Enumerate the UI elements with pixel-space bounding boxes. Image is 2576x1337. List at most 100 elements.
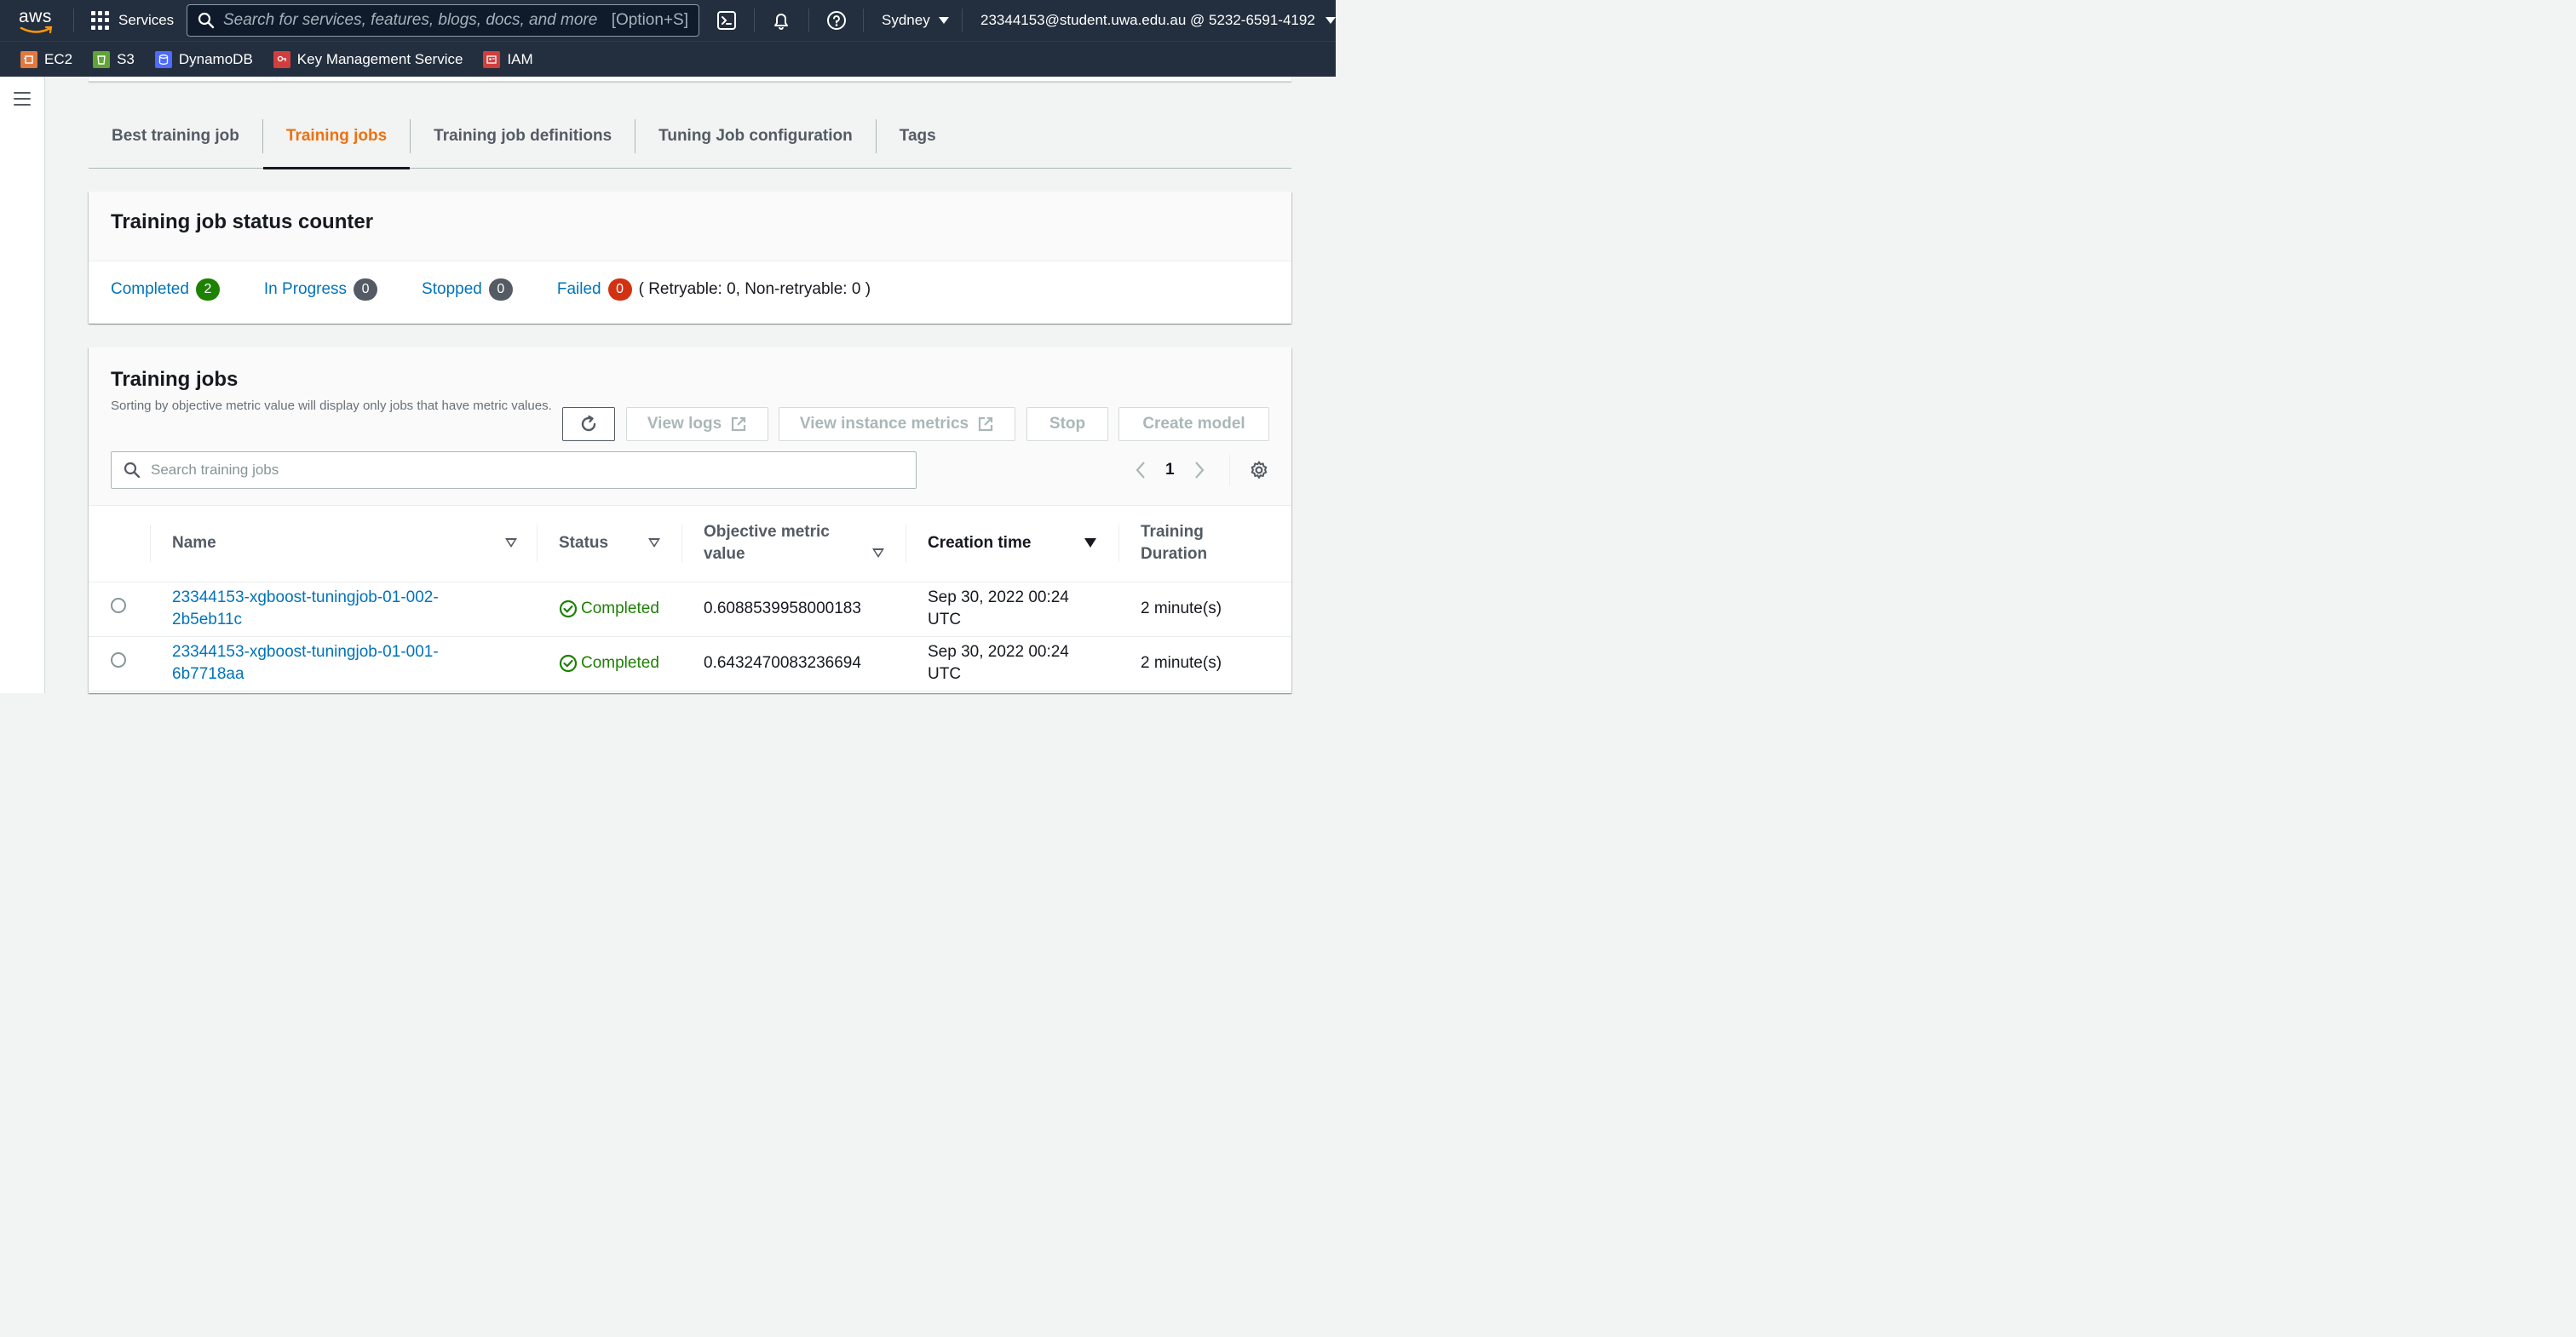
failed-link[interactable]: Failed bbox=[557, 280, 601, 299]
current-page[interactable]: 1 bbox=[1165, 461, 1175, 479]
training-jobs-search-field[interactable] bbox=[111, 451, 917, 489]
check-circle-icon bbox=[559, 600, 578, 618]
favorite-dynamodb[interactable]: DynamoDB bbox=[154, 50, 253, 68]
sort-filter-icon[interactable] bbox=[648, 538, 660, 548]
nav-divider bbox=[808, 9, 809, 32]
status-counter-header: Training job status counter bbox=[89, 192, 1291, 261]
cloudshell-icon[interactable] bbox=[716, 10, 737, 31]
sort-descending-icon[interactable] bbox=[1084, 538, 1096, 548]
favorite-kms[interactable]: Key Management Service bbox=[273, 50, 463, 68]
global-search-input[interactable]: Search for services, features, blogs, do… bbox=[187, 4, 699, 37]
completed-link[interactable]: Completed bbox=[111, 280, 189, 299]
hamburger-menu-icon[interactable] bbox=[14, 92, 31, 106]
favorite-s3[interactable]: S3 bbox=[93, 50, 135, 68]
failed-count-badge: 0 bbox=[607, 278, 632, 301]
settings-gear-icon[interactable] bbox=[1249, 460, 1269, 480]
table-header-row: Name Status Objective metric value Creat… bbox=[89, 506, 1291, 582]
search-shortcut-hint: [Option+S] bbox=[611, 11, 688, 29]
dynamodb-icon bbox=[154, 50, 172, 68]
name-cell: 23344153-xgboost-tuningjob-01-001-6b7718… bbox=[150, 636, 537, 691]
creation-time-cell: Sep 30, 2022 00:24 UTC bbox=[906, 636, 1118, 691]
notifications-bell-icon[interactable] bbox=[771, 10, 791, 31]
sort-filter-icon[interactable] bbox=[505, 538, 517, 548]
status-indicator: Completed bbox=[559, 598, 659, 620]
status-cell: Completed bbox=[537, 582, 681, 637]
favorite-iam[interactable]: IAM bbox=[483, 50, 533, 68]
metric-cell: 0.6088539958000183 bbox=[681, 582, 906, 637]
training-jobs-title: Training jobs bbox=[111, 368, 239, 391]
tab-tuning-job-configuration[interactable]: Tuning Job configuration bbox=[635, 104, 876, 169]
favorite-label: S3 bbox=[117, 50, 135, 67]
in-progress-count-badge: 0 bbox=[354, 278, 378, 301]
chevron-right-icon[interactable] bbox=[1193, 461, 1205, 479]
status-counter-title: Training job status counter bbox=[111, 210, 374, 233]
row-radio-button[interactable] bbox=[111, 598, 126, 613]
counter-stopped: Stopped 0 bbox=[422, 278, 513, 301]
counter-in-progress: In Progress 0 bbox=[264, 278, 378, 301]
services-menu[interactable]: Services bbox=[91, 0, 174, 41]
iam-icon bbox=[483, 50, 501, 68]
counter-completed: Completed 2 bbox=[111, 278, 220, 301]
training-job-link[interactable]: 23344153-xgboost-tuningjob-01-002-2b5eb1… bbox=[172, 587, 462, 631]
duration-cell: 2 minute(s) bbox=[1118, 582, 1291, 637]
row-radio-button[interactable] bbox=[111, 652, 126, 668]
search-icon bbox=[124, 462, 141, 479]
external-link-icon bbox=[732, 416, 746, 432]
creation-time-cell: Sep 30, 2022 00:24 UTC bbox=[906, 582, 1118, 637]
s3-icon bbox=[93, 50, 111, 68]
favorite-ec2[interactable]: EC2 bbox=[20, 50, 72, 68]
tab-best-training-job[interactable]: Best training job bbox=[89, 104, 262, 169]
training-jobs-panel: Training jobs Sorting by objective metri… bbox=[89, 347, 1291, 693]
duration-header-label: Training Duration bbox=[1141, 523, 1208, 564]
view-instance-metrics-label: View instance metrics bbox=[799, 415, 969, 433]
region-selector[interactable]: Sydney bbox=[882, 0, 949, 41]
ec2-icon bbox=[20, 50, 37, 68]
stopped-link[interactable]: Stopped bbox=[422, 280, 482, 299]
favorite-label: DynamoDB bbox=[178, 50, 253, 67]
create-model-button[interactable]: Create model bbox=[1118, 407, 1269, 441]
name-header-label: Name bbox=[172, 534, 216, 553]
stopped-count-badge: 0 bbox=[488, 278, 513, 301]
tab-training-jobs[interactable]: Training jobs bbox=[262, 104, 411, 169]
status-cell: Completed bbox=[537, 636, 681, 691]
view-logs-button[interactable]: View logs bbox=[626, 407, 768, 441]
tab-training-job-definitions[interactable]: Training job definitions bbox=[411, 104, 635, 169]
aws-logo[interactable]: aws bbox=[19, 7, 56, 34]
favorite-label: Key Management Service bbox=[296, 50, 463, 67]
check-circle-icon bbox=[559, 654, 578, 673]
nav-divider bbox=[962, 9, 963, 32]
status-counter-panel: Training job status counter Completed 2 … bbox=[89, 192, 1291, 324]
global-search-placeholder: Search for services, features, blogs, do… bbox=[223, 11, 598, 29]
kms-icon bbox=[273, 50, 290, 68]
metric-header-label: Objective metric value bbox=[704, 523, 830, 564]
training-jobs-search-input[interactable] bbox=[151, 462, 904, 479]
help-icon[interactable] bbox=[826, 10, 847, 31]
creation-time-column-header[interactable]: Creation time bbox=[906, 506, 1118, 582]
caret-down-icon bbox=[938, 17, 949, 24]
external-link-icon bbox=[978, 416, 993, 432]
metric-column-header[interactable]: Objective metric value bbox=[681, 506, 906, 582]
training-jobs-table: Name Status Objective metric value Creat… bbox=[89, 506, 1291, 691]
refresh-button[interactable] bbox=[562, 407, 615, 441]
stop-button[interactable]: Stop bbox=[1026, 407, 1108, 441]
aws-logo-text: aws bbox=[19, 7, 52, 26]
nav-divider bbox=[73, 9, 74, 32]
status-indicator: Completed bbox=[559, 652, 659, 674]
account-label: 23344153@student.uwa.edu.au @ 5232-6591-… bbox=[980, 12, 1315, 28]
chevron-left-icon[interactable] bbox=[1135, 461, 1147, 479]
view-instance-metrics-button[interactable]: View instance metrics bbox=[779, 407, 1015, 441]
search-icon bbox=[198, 12, 215, 29]
favorite-label: IAM bbox=[507, 50, 533, 67]
account-menu[interactable]: 23344153@student.uwa.edu.au @ 5232-6591-… bbox=[980, 0, 1336, 41]
side-navigation-rail bbox=[0, 77, 45, 693]
in-progress-link[interactable]: In Progress bbox=[264, 280, 347, 299]
sort-filter-icon[interactable] bbox=[872, 548, 884, 558]
name-column-header[interactable]: Name bbox=[150, 506, 537, 582]
training-job-link[interactable]: 23344153-xgboost-tuningjob-01-001-6b7718… bbox=[172, 641, 462, 686]
status-column-header[interactable]: Status bbox=[537, 506, 681, 582]
row-select-cell bbox=[89, 582, 150, 637]
tab-tags[interactable]: Tags bbox=[877, 104, 959, 169]
training-jobs-header: Training jobs Sorting by objective metri… bbox=[89, 347, 1291, 506]
row-select-cell bbox=[89, 636, 150, 691]
nav-divider bbox=[863, 9, 864, 32]
